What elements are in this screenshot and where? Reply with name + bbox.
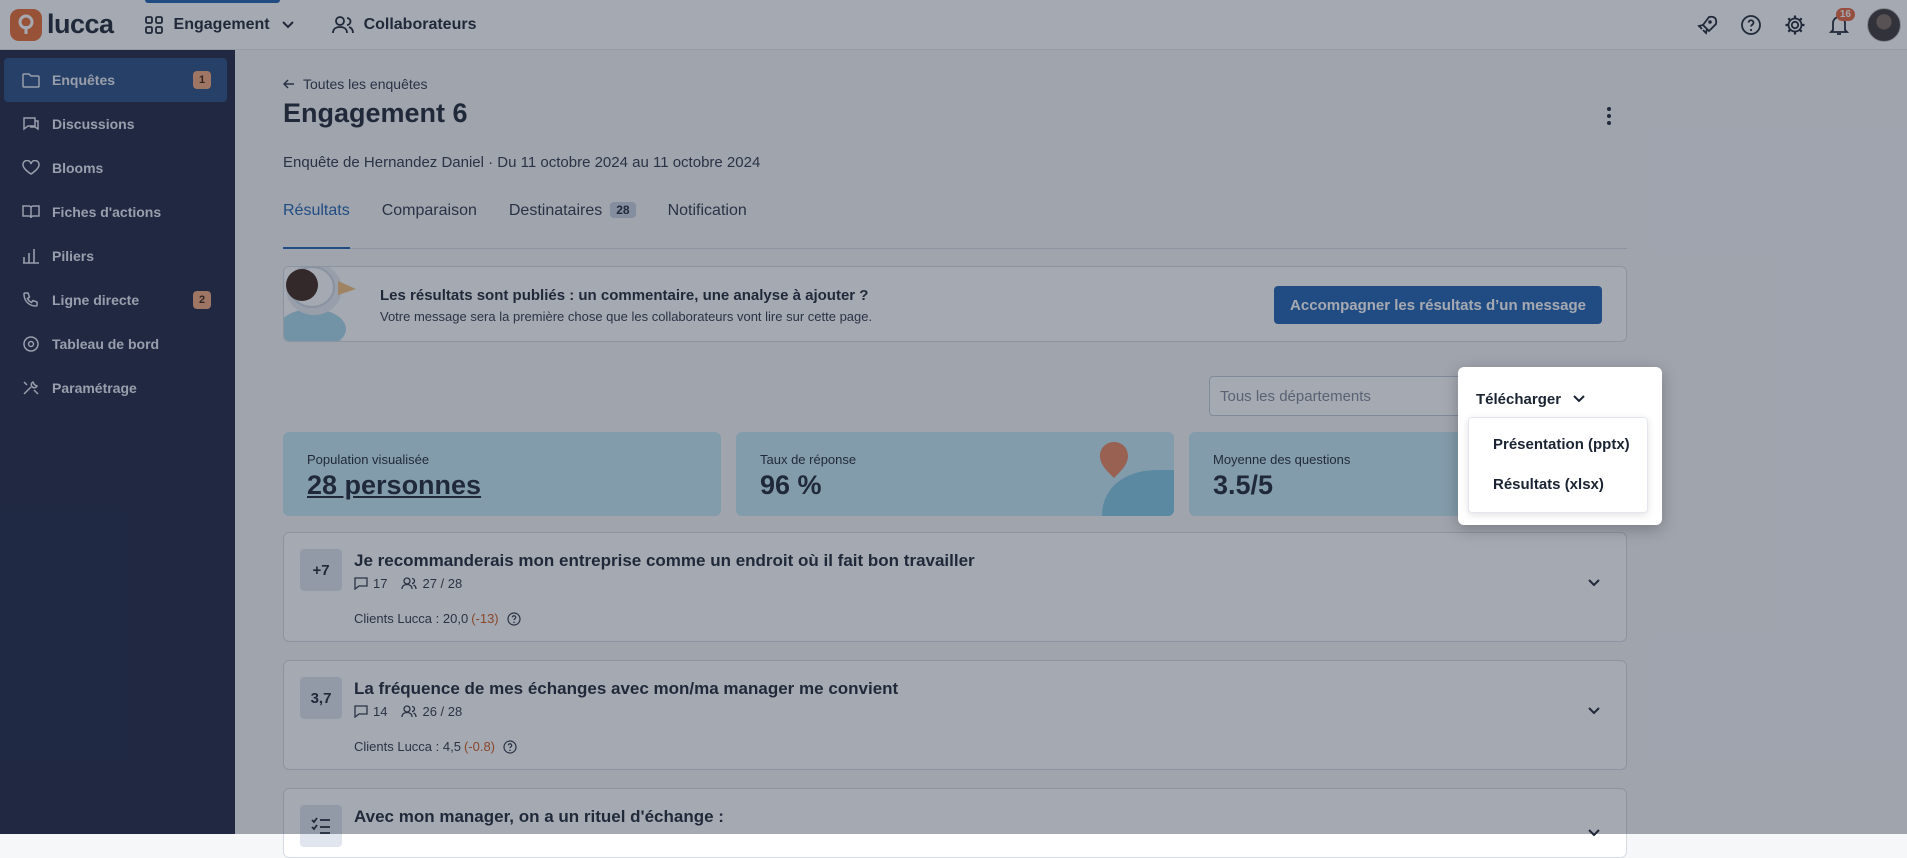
chevron-down-icon	[1573, 395, 1585, 403]
download-options-menu: Présentation (pptx) Résultats (xlsx)	[1468, 417, 1648, 513]
menu-item-resultats-xlsx[interactable]: Résultats (xlsx)	[1493, 476, 1604, 493]
download-button[interactable]: Télécharger	[1476, 387, 1585, 411]
download-label: Télécharger	[1476, 390, 1562, 408]
menu-item-presentation-pptx[interactable]: Présentation (pptx)	[1493, 436, 1630, 453]
download-dropdown-panel: Télécharger Présentation (pptx) Résultat…	[1458, 367, 1662, 525]
